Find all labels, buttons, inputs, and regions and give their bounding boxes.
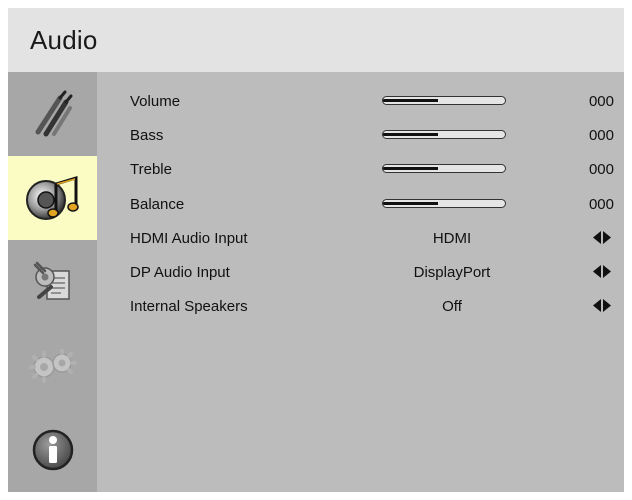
row-label: Treble xyxy=(130,161,172,178)
title-bar: Audio xyxy=(8,8,624,72)
page-title: Audio xyxy=(30,25,98,55)
row-label: Volume xyxy=(130,93,181,110)
osd-menu: Audio Volume 000 Bass 000 Treble 000 Bal… xyxy=(8,8,624,492)
sidebar-item-input[interactable] xyxy=(8,72,97,156)
row-label: Balance xyxy=(130,196,185,213)
treble-value: 000 xyxy=(588,161,614,178)
sidebar xyxy=(8,72,97,492)
row-label: HDMI Audio Input xyxy=(130,230,248,247)
sidebar-item-audio[interactable] xyxy=(8,156,97,240)
row-label: Internal Speakers xyxy=(130,298,248,315)
hdmi-audio-input-value: HDMI xyxy=(432,230,472,247)
slider-fill xyxy=(383,133,438,136)
row-label: Bass xyxy=(130,127,164,144)
balance-value: 000 xyxy=(588,196,614,213)
menu-row-bass[interactable]: Bass 000 xyxy=(130,123,620,147)
volume-slider[interactable] xyxy=(382,96,506,105)
info-icon xyxy=(32,429,73,471)
slider-fill xyxy=(383,202,438,205)
sidebar-item-settings[interactable] xyxy=(8,240,97,324)
internal-speakers-value: Off xyxy=(442,298,462,315)
menu-row-balance[interactable]: Balance 000 xyxy=(130,192,620,216)
gears-icon xyxy=(28,349,77,383)
balance-slider[interactable] xyxy=(382,199,506,208)
menu-row-hdmi-audio-input[interactable]: HDMI Audio Input HDMI xyxy=(130,226,620,250)
bass-slider[interactable] xyxy=(382,130,506,139)
left-right-arrows-icon[interactable] xyxy=(593,265,611,278)
slider-fill xyxy=(383,167,438,170)
menu-row-internal-speakers[interactable]: Internal Speakers Off xyxy=(130,294,620,318)
cables-icon xyxy=(35,90,72,137)
slider-fill xyxy=(383,99,438,102)
audio-note-icon xyxy=(25,175,79,220)
menu-row-dp-audio-input[interactable]: DP Audio Input DisplayPort xyxy=(130,260,620,284)
sidebar-item-system[interactable] xyxy=(8,324,97,408)
row-label: DP Audio Input xyxy=(130,264,230,281)
bass-value: 000 xyxy=(588,127,614,144)
left-right-arrows-icon[interactable] xyxy=(593,299,611,312)
dp-audio-input-value: DisplayPort xyxy=(413,264,491,281)
treble-slider[interactable] xyxy=(382,164,506,173)
settings-document-icon xyxy=(33,261,70,300)
left-right-arrows-icon[interactable] xyxy=(593,231,611,244)
volume-value: 000 xyxy=(588,93,614,110)
menu-row-volume[interactable]: Volume 000 xyxy=(130,89,620,113)
sidebar-item-info[interactable] xyxy=(8,408,97,492)
menu-row-treble[interactable]: Treble 000 xyxy=(130,157,620,181)
